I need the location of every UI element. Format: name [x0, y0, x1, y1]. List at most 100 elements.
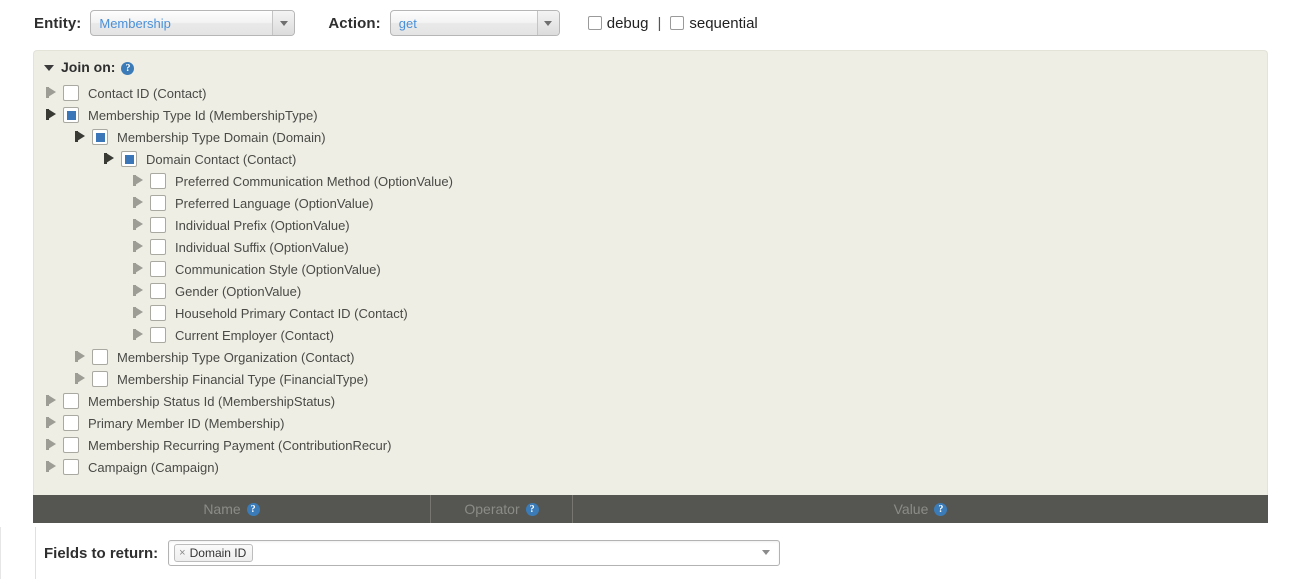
- branch-arrow-icon: [44, 108, 59, 122]
- join-on-title: Join on:: [61, 59, 116, 75]
- branch-arrow-icon: [73, 130, 88, 144]
- help-icon[interactable]: ?: [121, 61, 135, 75]
- branch-arrow-icon: [44, 394, 59, 408]
- join-tree-item[interactable]: Membership Type Domain (Domain): [34, 126, 1267, 148]
- join-checkbox[interactable]: [150, 195, 166, 211]
- join-tree-item[interactable]: Membership Financial Type (FinancialType…: [34, 368, 1267, 390]
- toolbar-separator: |: [657, 14, 662, 32]
- join-checkbox[interactable]: [150, 327, 166, 343]
- field-token[interactable]: × Domain ID: [174, 544, 254, 562]
- join-item-label: Communication Style (OptionValue): [175, 261, 381, 277]
- join-tree-item[interactable]: Current Employer (Contact): [34, 324, 1267, 346]
- join-checkbox[interactable]: [92, 129, 108, 145]
- join-item-label: Membership Type Organization (Contact): [117, 349, 355, 365]
- join-tree-item[interactable]: Membership Status Id (MembershipStatus): [34, 390, 1267, 412]
- join-item-label: Membership Type Domain (Domain): [117, 129, 326, 145]
- column-label: Name: [203, 501, 241, 517]
- join-checkbox[interactable]: [63, 415, 79, 431]
- debug-checkbox[interactable]: debug: [587, 15, 648, 32]
- join-checkbox[interactable]: [63, 459, 79, 475]
- join-item-label: Gender (OptionValue): [175, 283, 302, 299]
- join-checkbox[interactable]: [150, 261, 166, 277]
- action-select-value: get: [398, 15, 417, 31]
- join-checkbox[interactable]: [63, 85, 79, 101]
- join-checkbox[interactable]: [92, 349, 108, 365]
- join-tree-item[interactable]: Primary Member ID (Membership): [34, 412, 1267, 434]
- join-tree-item[interactable]: Household Primary Contact ID (Contact): [34, 302, 1267, 324]
- fields-to-return-input[interactable]: × Domain ID: [168, 540, 781, 566]
- join-item-label: Individual Prefix (OptionValue): [175, 217, 350, 233]
- checkbox-box[interactable]: [670, 16, 685, 30]
- join-checkbox[interactable]: [92, 371, 108, 387]
- join-checkbox[interactable]: [150, 173, 166, 189]
- join-on-panel: Join on: ? Contact ID (Contact) Membershi…: [33, 50, 1268, 495]
- join-tree-item[interactable]: Individual Suffix (OptionValue): [34, 236, 1267, 258]
- join-checkbox[interactable]: [63, 437, 79, 453]
- action-select[interactable]: get: [389, 10, 560, 36]
- branch-arrow-icon: [131, 196, 146, 210]
- join-tree-item[interactable]: Preferred Communication Method (OptionVa…: [34, 170, 1267, 192]
- branch-arrow-icon: [131, 174, 146, 188]
- fields-to-return-row: Fields to return: × Domain ID: [0, 527, 1290, 579]
- action-label: Action:: [328, 14, 381, 32]
- join-tree-item[interactable]: Gender (OptionValue): [34, 280, 1267, 302]
- branch-arrow-icon: [131, 328, 146, 342]
- join-tree-item[interactable]: Communication Style (OptionValue): [34, 258, 1267, 280]
- help-icon[interactable]: ?: [246, 502, 260, 516]
- join-checkbox[interactable]: [121, 151, 137, 167]
- toolbar: Entity: Membership Action: get debug | s…: [0, 0, 1290, 46]
- entity-select[interactable]: Membership: [90, 10, 296, 36]
- sequential-label: sequential: [689, 14, 758, 32]
- join-tree-item[interactable]: Contact ID (Contact): [34, 82, 1267, 104]
- join-checkbox[interactable]: [150, 217, 166, 233]
- branch-arrow-icon: [131, 240, 146, 254]
- column-header-operator: Operator ?: [431, 495, 573, 523]
- join-checkbox[interactable]: [150, 239, 166, 255]
- join-tree-item[interactable]: Preferred Language (OptionValue): [34, 192, 1267, 214]
- close-icon[interactable]: ×: [179, 547, 185, 559]
- join-checkbox[interactable]: [63, 393, 79, 409]
- column-header-name: Name ?: [33, 495, 431, 523]
- branch-arrow-icon: [131, 306, 146, 320]
- join-item-label: Domain Contact (Contact): [146, 151, 297, 167]
- join-tree-item[interactable]: Campaign (Campaign): [34, 456, 1267, 478]
- field-token-label: Domain ID: [189, 546, 247, 560]
- join-tree-item[interactable]: Membership Type Id (MembershipType): [34, 104, 1267, 126]
- join-item-label: Membership Type Id (MembershipType): [88, 107, 318, 123]
- entity-label: Entity:: [34, 14, 82, 32]
- sequential-checkbox[interactable]: sequential: [670, 14, 758, 32]
- chevron-down-icon[interactable]: [536, 11, 559, 35]
- branch-arrow-icon: [73, 350, 88, 364]
- chevron-down-icon[interactable]: [762, 550, 771, 555]
- join-item-label: Membership Recurring Payment (Contributi…: [88, 437, 392, 453]
- join-tree: Contact ID (Contact) Membership Type Id (…: [34, 82, 1267, 478]
- branch-arrow-icon: [102, 152, 117, 166]
- join-item-label: Household Primary Contact ID (Contact): [175, 305, 408, 321]
- join-checkbox[interactable]: [150, 283, 166, 299]
- branch-arrow-icon: [73, 372, 88, 386]
- branch-arrow-icon: [44, 86, 59, 100]
- chevron-down-icon[interactable]: [272, 11, 295, 35]
- join-tree-item[interactable]: Individual Prefix (OptionValue): [34, 214, 1267, 236]
- join-item-label: Membership Financial Type (FinancialType…: [117, 371, 369, 387]
- entity-select-value: Membership: [99, 15, 171, 31]
- join-item-label: Membership Status Id (MembershipStatus): [88, 393, 336, 409]
- column-label: Value: [893, 501, 929, 517]
- join-checkbox[interactable]: [150, 305, 166, 321]
- branch-arrow-icon: [44, 438, 59, 452]
- chevron-down-icon[interactable]: [44, 65, 54, 71]
- join-item-label: Preferred Communication Method (OptionVa…: [175, 173, 453, 189]
- join-tree-item[interactable]: Membership Type Organization (Contact): [34, 346, 1267, 368]
- join-tree-item[interactable]: Membership Recurring Payment (Contributi…: [34, 434, 1267, 456]
- join-item-label: Individual Suffix (OptionValue): [175, 239, 349, 255]
- join-tree-item[interactable]: Domain Contact (Contact): [34, 148, 1267, 170]
- join-item-label: Current Employer (Contact): [175, 327, 334, 343]
- branch-arrow-icon: [131, 262, 146, 276]
- help-icon[interactable]: ?: [934, 502, 948, 516]
- join-checkbox[interactable]: [63, 107, 79, 123]
- help-icon[interactable]: ?: [525, 502, 539, 516]
- checkbox-box[interactable]: [587, 16, 602, 30]
- join-on-header[interactable]: Join on: ?: [34, 51, 1267, 75]
- join-item-label: Contact ID (Contact): [88, 85, 207, 101]
- column-header-value: Value ?: [573, 495, 1268, 523]
